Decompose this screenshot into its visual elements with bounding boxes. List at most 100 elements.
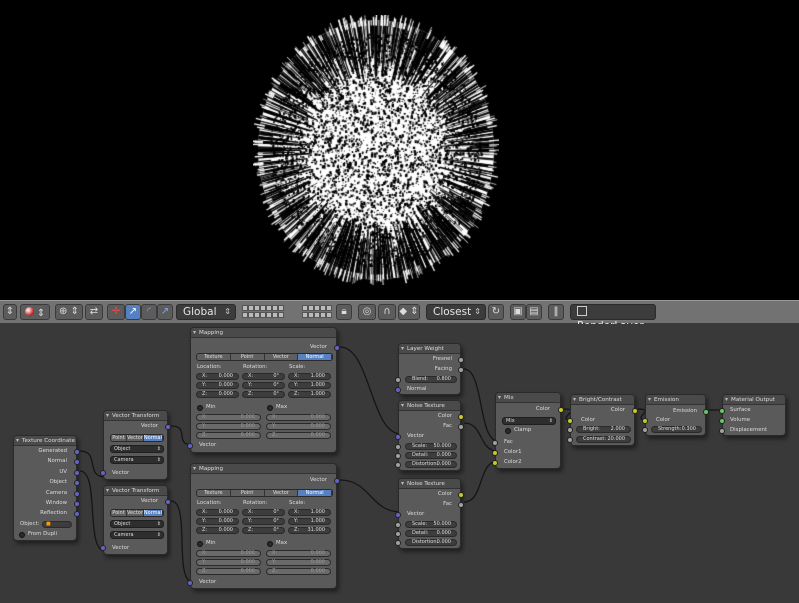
vector-transform-node-1[interactable]: Vector Transform Vector Point Vector Nor…: [100, 410, 171, 480]
socket-emission-out[interactable]: [703, 409, 709, 415]
socket-vector-in[interactable]: [395, 434, 401, 440]
socket-generated[interactable]: [74, 449, 80, 455]
socket-vector-in[interactable]: [187, 443, 193, 449]
render-viewport[interactable]: [0, 0, 799, 300]
socket-vector-out[interactable]: [165, 424, 171, 430]
render-animation-button[interactable]: ▤: [526, 304, 542, 320]
socket-fresnel[interactable]: [458, 357, 464, 363]
socket-facing[interactable]: [458, 367, 464, 373]
socket-vector-in[interactable]: [100, 470, 106, 476]
socket-vector-in[interactable]: [395, 512, 401, 518]
tab-normal[interactable]: Normal: [298, 490, 332, 496]
distortion-field[interactable]: Distortion: 0.000: [405, 461, 457, 468]
location-z-field[interactable]: Z: 0.000: [196, 527, 239, 534]
socket-blend-in[interactable]: [395, 377, 401, 383]
max-y-field[interactable]: Y: 0.000: [266, 559, 331, 566]
convert-to-select[interactable]: Camera: [110, 456, 164, 464]
location-x-field[interactable]: X: 0.000: [196, 509, 239, 516]
tab-vector[interactable]: Vector: [264, 354, 299, 360]
tab-normal[interactable]: Normal: [298, 354, 332, 360]
distortion-field[interactable]: Distortion: 0.000: [405, 539, 457, 546]
location-z-field[interactable]: Z: 0.000: [196, 391, 239, 398]
min-z-field[interactable]: Z: 0.000: [196, 568, 261, 575]
layer-buttons-group-2[interactable]: [302, 304, 334, 320]
socket-fac-in[interactable]: [492, 440, 498, 446]
socket-fac-out[interactable]: [458, 424, 464, 430]
max-z-field[interactable]: Z: 0.000: [266, 568, 331, 575]
material-output-node[interactable]: Material Output Surface Volume Displacem…: [719, 394, 786, 436]
detail-field[interactable]: Detail: 0.000: [405, 530, 457, 537]
layer-lock-button[interactable]: 🔒︎: [336, 304, 352, 320]
scale-y-field[interactable]: Y: 1.000: [288, 382, 331, 389]
viewport-shading-button[interactable]: ⇕: [20, 304, 50, 320]
clamp-checkbox[interactable]: [505, 428, 511, 434]
scale-x-field[interactable]: X: 1.000: [288, 373, 331, 380]
rotation-y-field[interactable]: Y: 0°: [242, 518, 285, 525]
blend-type-select[interactable]: Mix: [502, 417, 556, 425]
object-picker[interactable]: ■: [42, 521, 72, 528]
tab-vector[interactable]: Vector: [126, 435, 144, 441]
socket-camera[interactable]: [74, 491, 80, 497]
socket-displacement-in[interactable]: [719, 428, 725, 434]
bright-field[interactable]: Bright: 2.000: [576, 426, 631, 433]
snap-toggle-button[interactable]: ∩: [378, 304, 396, 320]
socket-strength-in[interactable]: [642, 427, 648, 433]
detail-field[interactable]: Detail: 0.000: [405, 452, 457, 459]
socket-normal[interactable]: [74, 459, 80, 465]
socket-color1-in[interactable]: [492, 450, 498, 456]
max-y-field[interactable]: Y: 0.000: [266, 423, 331, 430]
tab-normal[interactable]: Normal: [143, 435, 163, 441]
socket-object[interactable]: [74, 480, 80, 486]
min-x-field[interactable]: X: 0.000: [196, 550, 261, 557]
socket-vector-out[interactable]: [334, 345, 340, 351]
tab-vector[interactable]: Vector: [126, 510, 144, 516]
socket-vector-in[interactable]: [100, 545, 106, 551]
max-z-field[interactable]: Z: 0.000: [266, 432, 331, 439]
socket-distortion-in[interactable]: [395, 462, 401, 468]
socket-bright-in[interactable]: [567, 427, 573, 433]
min-y-field[interactable]: Y: 0.000: [196, 423, 261, 430]
location-x-field[interactable]: X: 0.000: [196, 373, 239, 380]
socket-distortion-in[interactable]: [395, 540, 401, 546]
scale-field[interactable]: Scale: 50.000: [405, 521, 457, 528]
mapping-node-1[interactable]: Mapping Vector Texture Point Vector Norm…: [187, 327, 340, 453]
rotation-y-field[interactable]: Y: 0°: [242, 382, 285, 389]
socket-volume-in[interactable]: [719, 418, 725, 424]
location-y-field[interactable]: Y: 0.000: [196, 518, 239, 525]
socket-vector-out[interactable]: [334, 478, 340, 484]
layer-weight-node[interactable]: Layer Weight Fresnel Facing Blend:0.800 …: [395, 343, 464, 395]
contrast-field[interactable]: Contrast: 20.000: [576, 436, 631, 443]
snap-element-button[interactable]: ◆ ⇕: [398, 304, 420, 320]
scale-y-field[interactable]: Y: 1.000: [288, 518, 331, 525]
layer-buttons-group-1[interactable]: [242, 304, 288, 320]
from-dupli-checkbox[interactable]: [19, 532, 25, 538]
snap-target-select[interactable]: Closest ⇕: [426, 304, 486, 320]
min-checkbox[interactable]: [197, 405, 203, 411]
rotation-x-field[interactable]: X: 0°: [242, 373, 285, 380]
tab-texture[interactable]: Texture: [197, 490, 231, 496]
manipulator-toggle-button[interactable]: ⇄: [85, 304, 103, 320]
vector-type-tabs[interactable]: Point Vector Normal: [110, 509, 164, 517]
max-checkbox[interactable]: [267, 405, 273, 411]
render-still-button[interactable]: ▣: [510, 304, 526, 320]
vector-transform-node-2[interactable]: Vector Transform Vector Point Vector Nor…: [100, 485, 171, 555]
pivot-point-button[interactable]: ⊕ ⇕: [55, 304, 83, 320]
socket-surface-in[interactable]: [719, 408, 725, 414]
socket-color2-in[interactable]: [492, 460, 498, 466]
socket-uv[interactable]: [74, 470, 80, 476]
socket-color-out[interactable]: [558, 407, 564, 413]
socket-fac-out[interactable]: [458, 502, 464, 508]
mapping-type-tabs[interactable]: Texture Point Vector Normal: [196, 353, 333, 361]
translate-manipulator-button[interactable]: ✛: [107, 304, 125, 320]
strength-field[interactable]: Strength: 0.300: [651, 426, 702, 433]
noise-texture-node-1[interactable]: Noise Texture Color Fac Vector Scale: 50.…: [395, 400, 464, 471]
socket-contrast-in[interactable]: [567, 437, 573, 443]
scale-z-field[interactable]: Z: 31.000: [288, 527, 331, 534]
render-border-button[interactable]: ‖: [548, 304, 564, 320]
tab-normal[interactable]: Normal: [143, 510, 163, 516]
snap-align-button[interactable]: ↻: [488, 304, 504, 320]
socket-vector-in[interactable]: [187, 580, 193, 586]
extra-manipulator-button[interactable]: ↗: [157, 304, 173, 320]
max-checkbox[interactable]: [267, 541, 273, 547]
vector-type-tabs[interactable]: Point Vector Normal: [110, 434, 164, 442]
